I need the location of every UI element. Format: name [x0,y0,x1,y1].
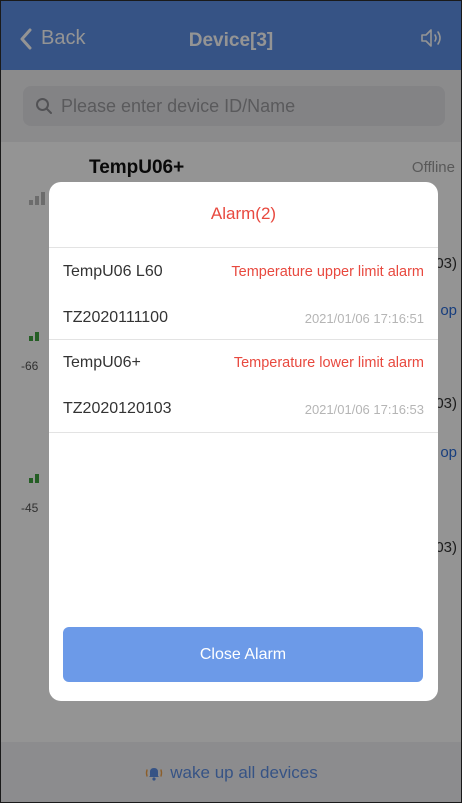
alarm-device-name: TempU06+ [63,354,141,371]
close-alarm-button[interactable]: Close Alarm [63,627,423,682]
alarm-time: 2021/01/06 17:16:51 [304,311,424,326]
alarm-row-detail[interactable]: TZ2020120103 2021/01/06 17:16:53 [49,386,438,432]
alarm-row-detail[interactable]: TZ2020111100 2021/01/06 17:16:51 [49,295,438,341]
alarm-row[interactable]: TempU06 L60 Temperature upper limit alar… [49,249,438,295]
divider [49,432,438,433]
alarm-dialog-title: Alarm(2) [210,204,277,223]
close-alarm-label: Close Alarm [199,645,287,663]
alarm-row[interactable]: TempU06+ Temperature lower limit alarm [49,340,438,386]
alarm-type: Temperature upper limit alarm [231,264,424,280]
alarm-device-name: TempU06 L60 [63,263,163,280]
alarm-type: Temperature lower limit alarm [233,355,424,371]
alarm-device-id: TZ2020120103 [63,400,172,417]
alarm-dialog: Alarm(2) TempU06 L60 Temperature upper l… [49,182,438,701]
divider [49,247,438,248]
app-screen: Back Device[3] Please enter device ID/Na… [0,0,462,803]
alarm-time: 2021/01/06 17:16:53 [304,402,424,417]
alarm-device-id: TZ2020111100 [63,309,168,326]
